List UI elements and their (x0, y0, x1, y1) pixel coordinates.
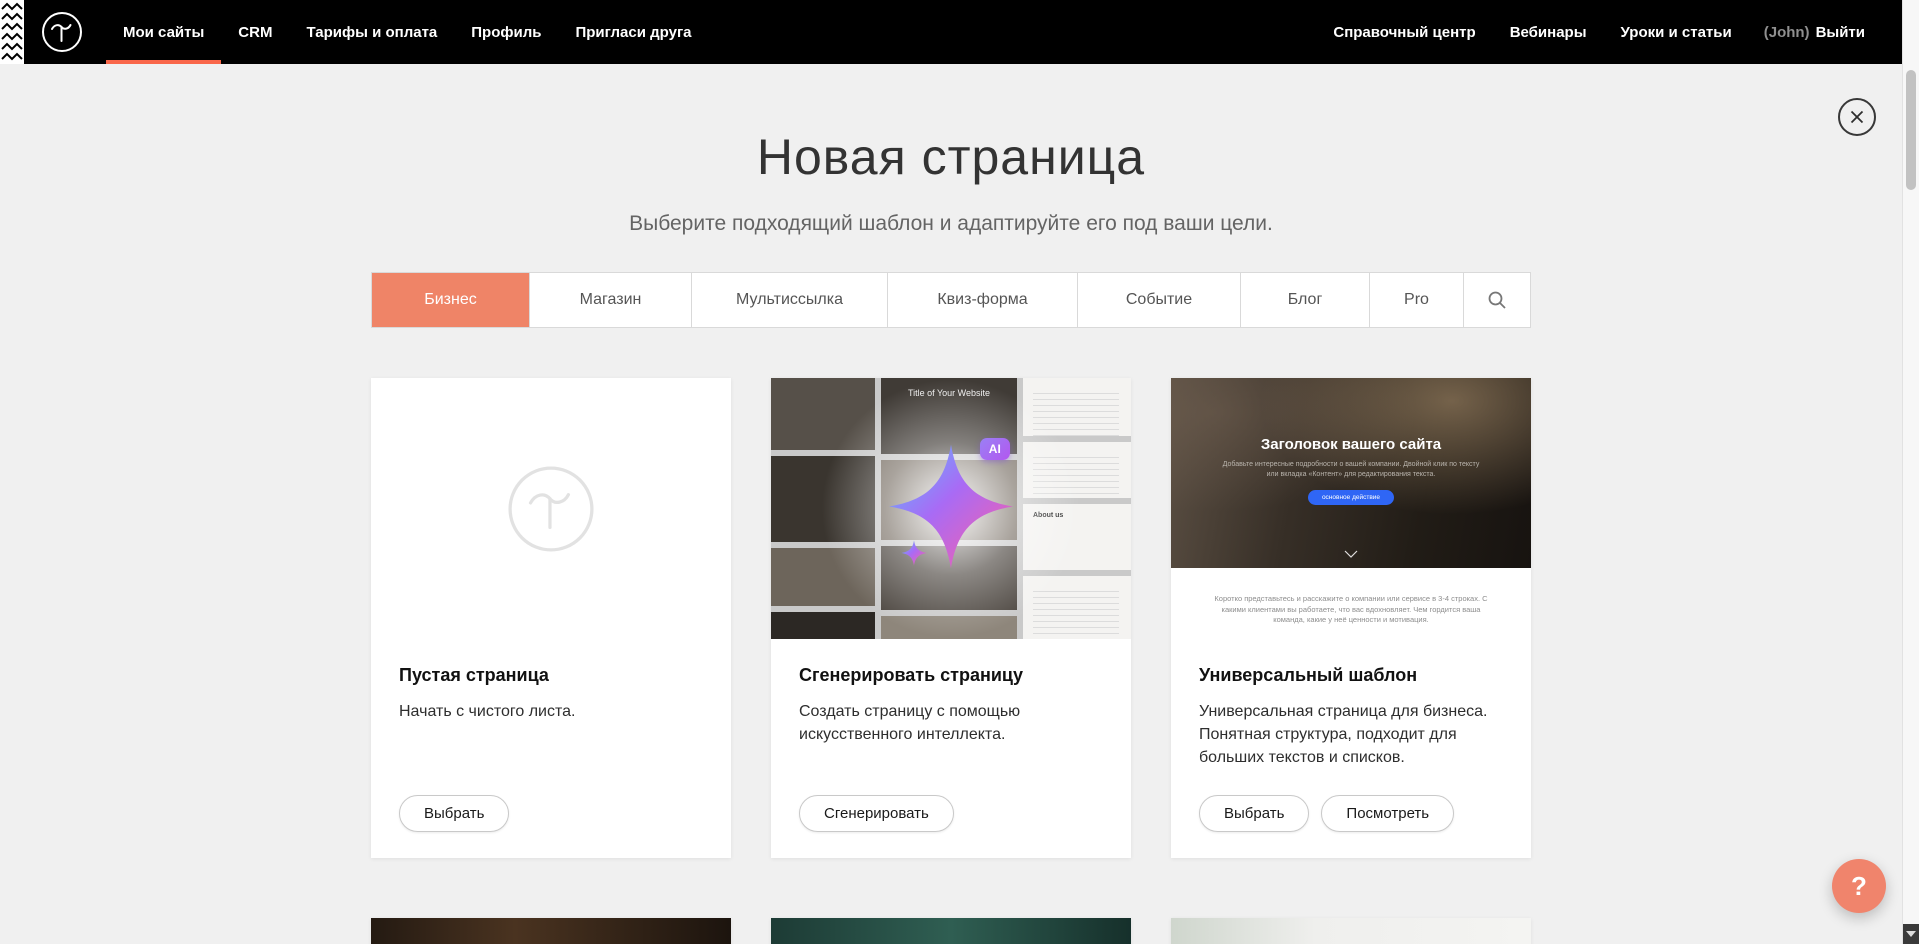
ai-generate-thumbnail: Title of Your Website About us (771, 378, 1131, 639)
nav-item-crm[interactable]: CRM (221, 0, 289, 64)
ai-badge: AI (980, 438, 1010, 460)
help-button[interactable]: ? (1832, 859, 1886, 913)
tab-blog[interactable]: Блог (1240, 273, 1369, 327)
tab-event[interactable]: Событие (1077, 273, 1240, 327)
choose-button[interactable]: Выбрать (399, 795, 509, 832)
tab-business[interactable]: Бизнес (372, 273, 529, 327)
tab-store[interactable]: Магазин (529, 273, 691, 327)
card-title: Сгенерировать страницу (799, 665, 1103, 686)
secondary-nav: Справочный центр Вебинары Уроки и статьи… (1316, 0, 1880, 64)
template-body-section: Коротко представьтесь и расскажите о ком… (1171, 568, 1531, 639)
tab-multilink[interactable]: Мультиссылка (691, 273, 887, 327)
new-page-modal: Новая страница Выберите подходящий шабло… (0, 64, 1902, 944)
generate-button[interactable]: Сгенерировать (799, 795, 954, 832)
preview-button[interactable]: Посмотреть (1321, 795, 1454, 832)
choose-button[interactable]: Выбрать (1199, 795, 1309, 832)
search-icon (1487, 290, 1507, 310)
tab-search[interactable] (1463, 273, 1530, 327)
template-card-partial (1171, 918, 1531, 944)
top-navigation-bar: Мои сайты CRM Тарифы и оплата Профиль Пр… (0, 0, 1902, 64)
zigzag-pattern-decoration (0, 0, 24, 64)
template-cards-grid-row2 (371, 918, 1531, 944)
nav-item-profile[interactable]: Профиль (454, 0, 558, 64)
page-title: Новая страница (371, 128, 1531, 186)
tab-pro[interactable]: Pro (1369, 273, 1463, 327)
user-name-label: (John) (1764, 24, 1810, 41)
template-hero-cta-button: основное действие (1308, 490, 1394, 505)
template-hero-title: Заголовок вашего сайта (1261, 436, 1441, 453)
blank-page-thumbnail (371, 378, 731, 639)
user-account-area: (John) Выйти (1749, 0, 1880, 64)
close-button[interactable] (1838, 98, 1876, 136)
card-title: Пустая страница (399, 665, 703, 686)
template-category-tabs: Бизнес Магазин Мультиссылка Квиз-форма С… (371, 272, 1531, 328)
nav-item-pricing[interactable]: Тарифы и оплата (289, 0, 454, 64)
template-cards-grid: Пустая страница Начать с чистого листа. … (371, 378, 1531, 858)
main-nav: Мои сайты CRM Тарифы и оплата Профиль Пр… (106, 0, 709, 64)
template-card-partial (371, 918, 731, 944)
tab-quiz-form[interactable]: Квиз-форма (887, 273, 1077, 327)
nav-item-help-center[interactable]: Справочный центр (1316, 0, 1492, 64)
page-subtitle: Выберите подходящий шаблон и адаптируйте… (371, 212, 1531, 236)
tilda-watermark-icon (506, 464, 596, 554)
nav-item-invite-friend[interactable]: Пригласи друга (558, 0, 708, 64)
card-description: Начать с чистого листа. (399, 700, 695, 723)
card-description: Универсальная страница для бизнеса. Поня… (1199, 700, 1495, 770)
tilda-logo[interactable] (40, 0, 84, 64)
scrollbar-down-button[interactable] (1903, 924, 1919, 944)
nav-item-lessons[interactable]: Уроки и статьи (1604, 0, 1749, 64)
template-hero-section: Заголовок вашего сайта Добавьте интересн… (1171, 378, 1531, 568)
template-hero-subtitle: Добавьте интересные подробности о вашей … (1221, 460, 1480, 480)
template-body-text: Коротко представьтесь и расскажите о ком… (1214, 594, 1488, 626)
nav-item-my-sites[interactable]: Мои сайты (106, 0, 221, 64)
template-card-ai-generate: Title of Your Website About us (771, 378, 1131, 858)
template-card-partial (771, 918, 1131, 944)
nav-item-webinars[interactable]: Вебинары (1493, 0, 1604, 64)
close-icon (1849, 109, 1865, 125)
universal-template-thumbnail: Заголовок вашего сайта Добавьте интересн… (1171, 378, 1531, 639)
logout-link[interactable]: Выйти (1816, 24, 1865, 41)
scrollbar-thumb[interactable] (1906, 70, 1916, 190)
template-card-universal: Заголовок вашего сайта Добавьте интересн… (1171, 378, 1531, 858)
ai-small-star-icon (901, 540, 927, 566)
card-description: Создать страницу с помощью искусственног… (799, 700, 1095, 746)
template-card-blank-page: Пустая страница Начать с чистого листа. … (371, 378, 731, 858)
page-scrollbar (1902, 0, 1919, 944)
chevron-down-icon (1344, 550, 1358, 558)
arrow-down-icon (1906, 931, 1916, 937)
card-title: Универсальный шаблон (1199, 665, 1503, 686)
